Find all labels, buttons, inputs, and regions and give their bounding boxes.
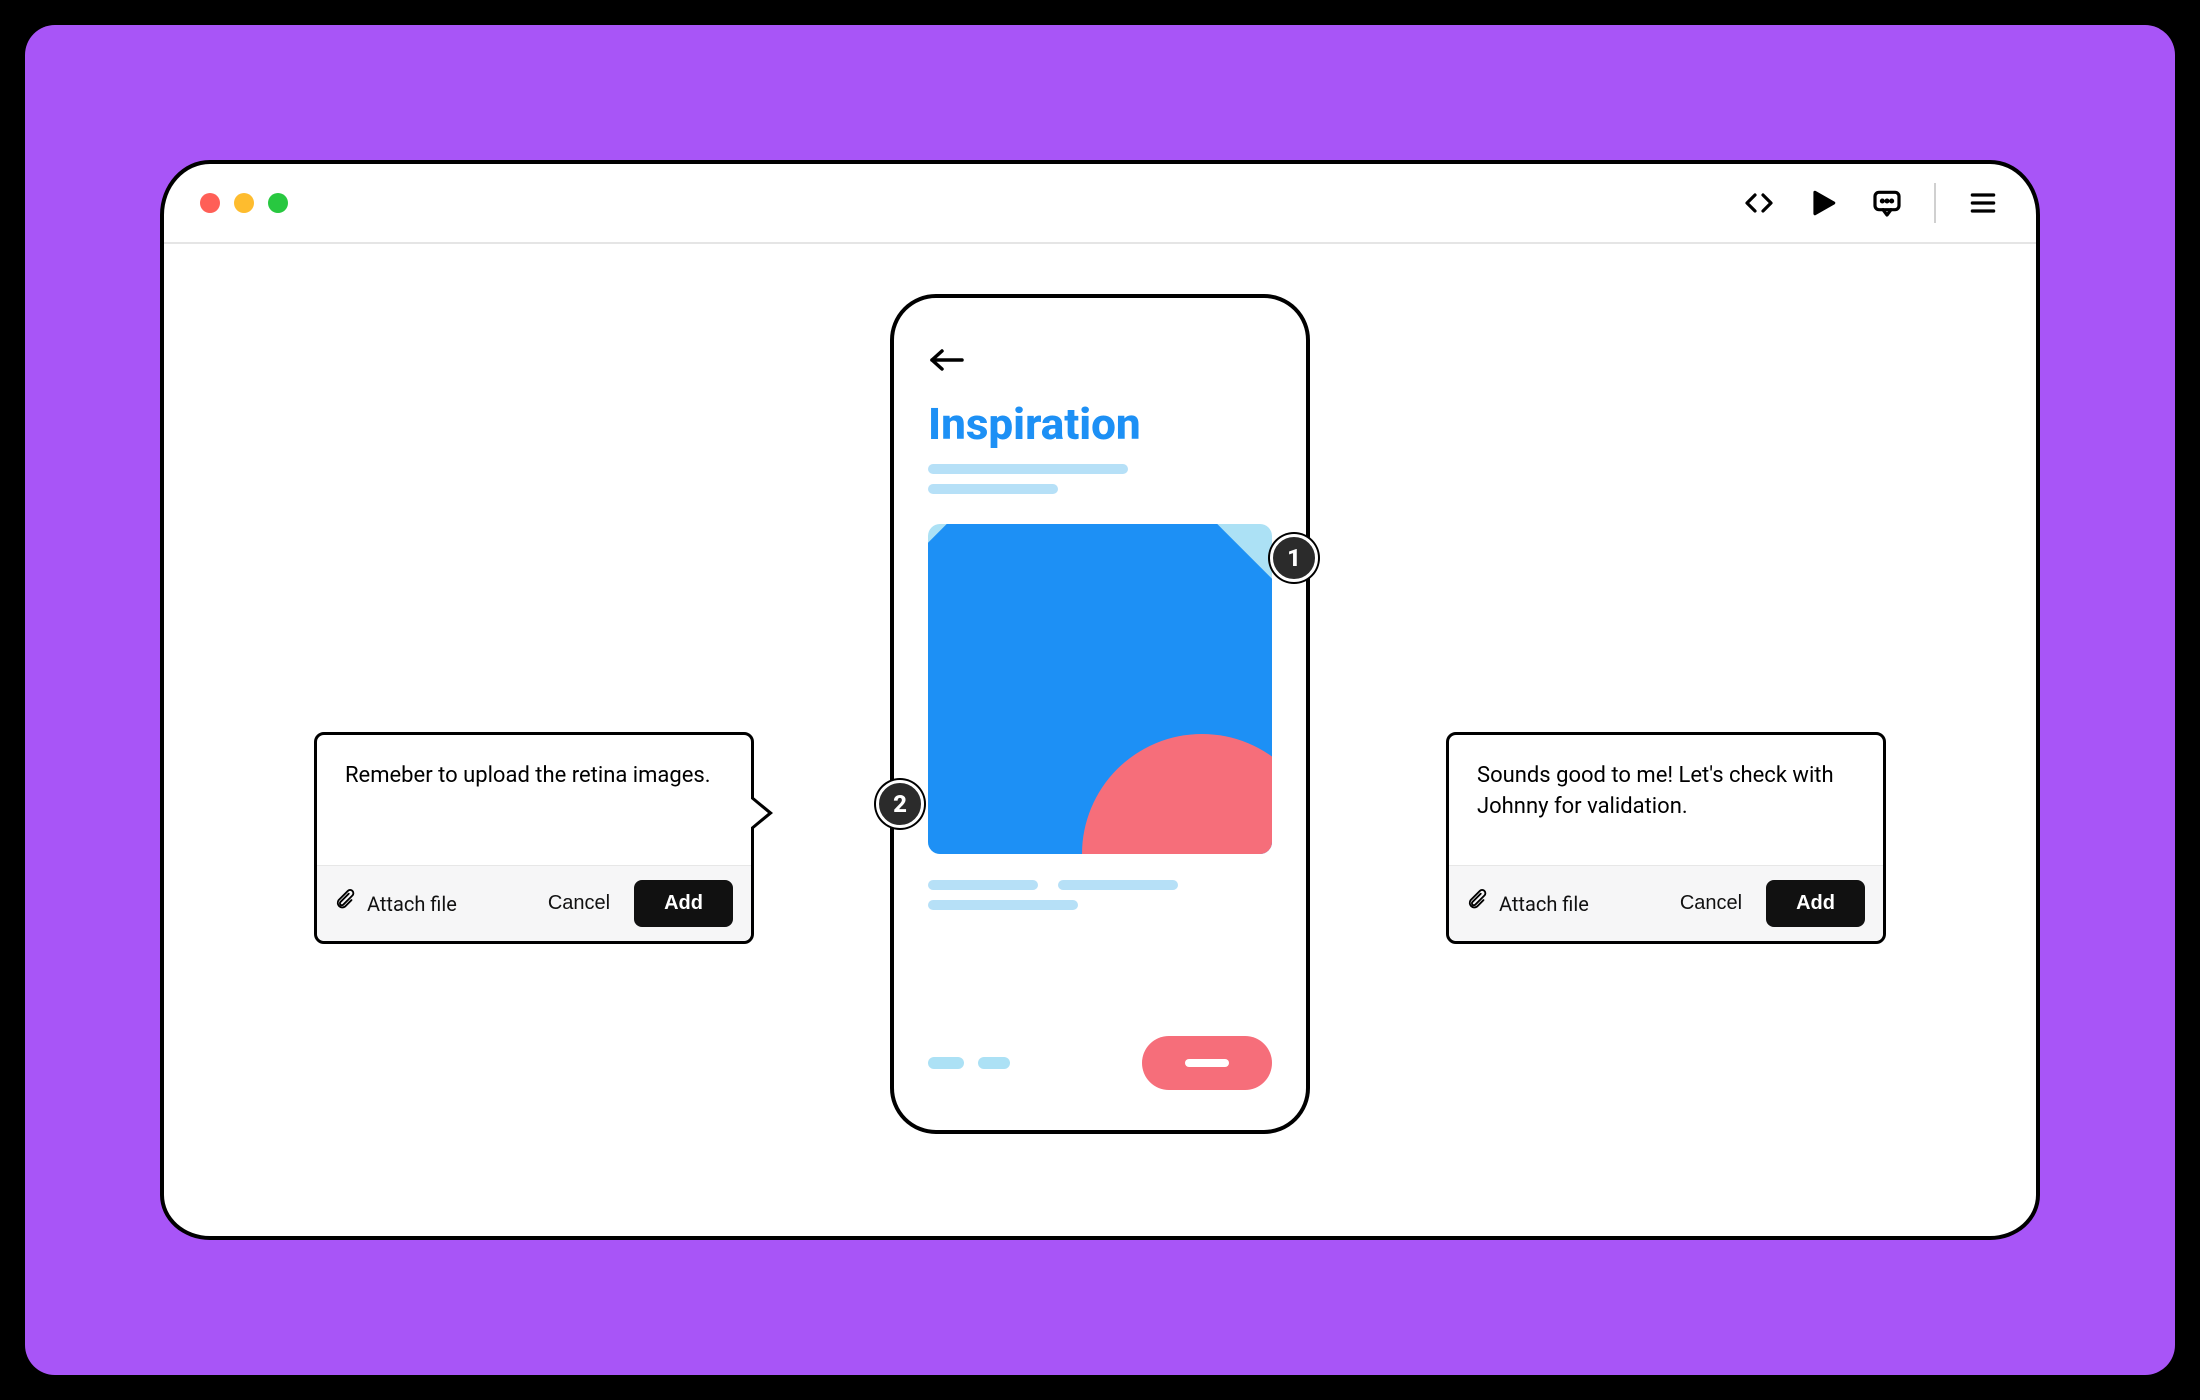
cancel-button[interactable]: Cancel <box>532 884 626 923</box>
window-zoom-icon[interactable] <box>268 193 288 213</box>
hotspot-1-label: 1 <box>1287 544 1301 572</box>
paperclip-icon <box>1467 888 1489 919</box>
window-close-icon[interactable] <box>200 193 220 213</box>
titlebar <box>164 164 2036 244</box>
comment-card-left: Remeber to upload the retina images. Att… <box>314 732 754 944</box>
toolbar-divider <box>1934 183 1936 223</box>
comment-footer: Attach file Cancel Add <box>317 865 751 941</box>
skeleton-line <box>928 880 1038 890</box>
hotspot-2[interactable]: 2 <box>876 780 924 828</box>
hotspot-2-label: 2 <box>893 790 907 818</box>
add-button[interactable]: Add <box>1766 880 1865 927</box>
attach-file-label: Attach file <box>1499 892 1589 916</box>
comment-icon[interactable] <box>1870 186 1904 220</box>
play-icon[interactable] <box>1806 186 1840 220</box>
code-icon[interactable] <box>1742 186 1776 220</box>
add-button[interactable]: Add <box>634 880 733 927</box>
paperclip-icon <box>335 888 357 919</box>
dot <box>978 1057 1010 1069</box>
phone-title: Inspiration <box>928 398 1272 450</box>
comment-card-right: Sounds good to me! Let's check with John… <box>1446 732 1886 944</box>
attach-file-label: Attach file <box>367 892 457 916</box>
comment-footer: Attach file Cancel Add <box>1449 865 1883 941</box>
menu-icon[interactable] <box>1966 186 2000 220</box>
dot <box>928 1057 964 1069</box>
skeleton-line <box>928 464 1128 474</box>
skeleton-line <box>1058 880 1178 890</box>
attach-file-button[interactable]: Attach file <box>335 888 457 919</box>
window-minimize-icon[interactable] <box>234 193 254 213</box>
phone-bottom-bar <box>928 1036 1272 1090</box>
canvas: Inspiration <box>164 244 2036 1236</box>
toolbar <box>1742 183 2000 223</box>
app-window: Inspiration <box>160 160 2040 1240</box>
traffic-lights <box>200 193 288 213</box>
black-frame: Inspiration <box>0 0 2200 1400</box>
cancel-button[interactable]: Cancel <box>1664 884 1758 923</box>
comment-text[interactable]: Remeber to upload the retina images. <box>317 735 751 865</box>
hotspot-1[interactable]: 1 <box>1270 534 1318 582</box>
back-arrow-icon[interactable] <box>928 346 1272 378</box>
hero-image <box>928 524 1272 854</box>
skeleton-line <box>928 900 1078 910</box>
phone-mockup: Inspiration <box>890 294 1310 1134</box>
comment-text[interactable]: Sounds good to me! Let's check with John… <box>1449 735 1883 865</box>
cta-label-placeholder <box>1185 1059 1229 1067</box>
cta-button[interactable] <box>1142 1036 1272 1090</box>
pagination-dots <box>928 1057 1010 1069</box>
purple-background: Inspiration <box>25 25 2175 1375</box>
skeleton-line <box>928 484 1058 494</box>
attach-file-button[interactable]: Attach file <box>1467 888 1589 919</box>
